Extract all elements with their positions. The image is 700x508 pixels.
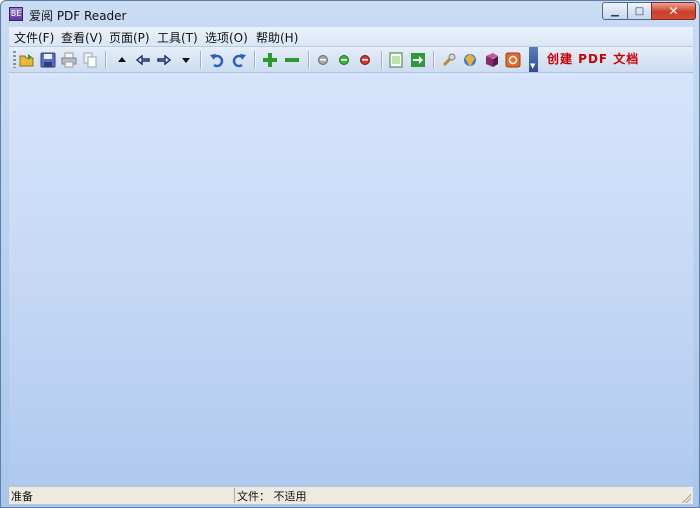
document-icon[interactable]: [387, 51, 405, 69]
chevron-down-icon: ▼: [530, 62, 536, 70]
undo-icon[interactable]: [208, 51, 226, 69]
back-icon[interactable]: [134, 51, 152, 69]
toolbar-separator: [105, 51, 107, 69]
menu-bar: 文件(F) 查看(V) 页面(P) 工具(T) 选项(O) 帮助(H): [9, 27, 693, 47]
help-icon[interactable]: [504, 51, 522, 69]
toolbar-separator: [433, 51, 435, 69]
window-title: 爱阅 PDF Reader: [29, 9, 127, 23]
menu-file[interactable]: 文件(F): [14, 29, 54, 46]
toolbar-separator: [254, 51, 256, 69]
toolbar-overflow-button[interactable]: ▼: [529, 47, 538, 72]
status-divider: [234, 488, 235, 503]
shield-icon[interactable]: [461, 51, 479, 69]
app-icon: BE: [9, 7, 23, 21]
copy-icon[interactable]: [81, 51, 99, 69]
zoom-out-icon[interactable]: [283, 51, 301, 69]
page-up-icon[interactable]: [113, 51, 131, 69]
menu-tools[interactable]: 工具(T): [157, 29, 198, 46]
open-folder-icon[interactable]: [18, 51, 36, 69]
status-ready: 准备: [11, 490, 33, 503]
app-window: BE 爱阅 PDF Reader ▁ □ ✕ 文件(F) 查看(V) 页面(P)…: [0, 0, 700, 508]
status-bar: 准备 文件： 不适用: [9, 486, 693, 504]
resize-grip[interactable]: [681, 493, 691, 503]
redo-icon[interactable]: [230, 51, 248, 69]
save-icon[interactable]: [39, 51, 57, 69]
document-view[interactable]: [9, 73, 693, 485]
forward-icon[interactable]: [155, 51, 173, 69]
create-pdf-link[interactable]: 创建 PDF 文档: [547, 50, 639, 67]
toolbar-separator: [200, 51, 202, 69]
toolbar-grip[interactable]: [13, 51, 16, 68]
menu-view[interactable]: 查看(V): [61, 29, 103, 46]
zoom-in-icon[interactable]: [261, 51, 279, 69]
menu-page[interactable]: 页面(P): [109, 29, 150, 46]
page-down-icon[interactable]: [177, 51, 195, 69]
book-icon[interactable]: [483, 51, 501, 69]
print-icon[interactable]: [60, 51, 78, 69]
exit-icon[interactable]: [409, 51, 427, 69]
title-bar[interactable]: BE 爱阅 PDF Reader ▁ □ ✕: [1, 1, 699, 27]
green-dot-icon[interactable]: [335, 51, 353, 69]
toolbar: ▼ 创建 PDF 文档: [9, 47, 693, 73]
minimize-button[interactable]: ▁: [602, 2, 628, 20]
status-file: 文件： 不适用: [237, 490, 307, 503]
maximize-button[interactable]: □: [627, 2, 652, 20]
gray-dot-icon[interactable]: [314, 51, 332, 69]
wrench-icon[interactable]: [440, 51, 458, 69]
close-button[interactable]: ✕: [651, 2, 696, 20]
menu-options[interactable]: 选项(O): [205, 29, 248, 46]
toolbar-separator: [381, 51, 383, 69]
red-dot-icon[interactable]: [356, 51, 374, 69]
toolbar-separator: [308, 51, 310, 69]
menu-help[interactable]: 帮助(H): [256, 29, 298, 46]
